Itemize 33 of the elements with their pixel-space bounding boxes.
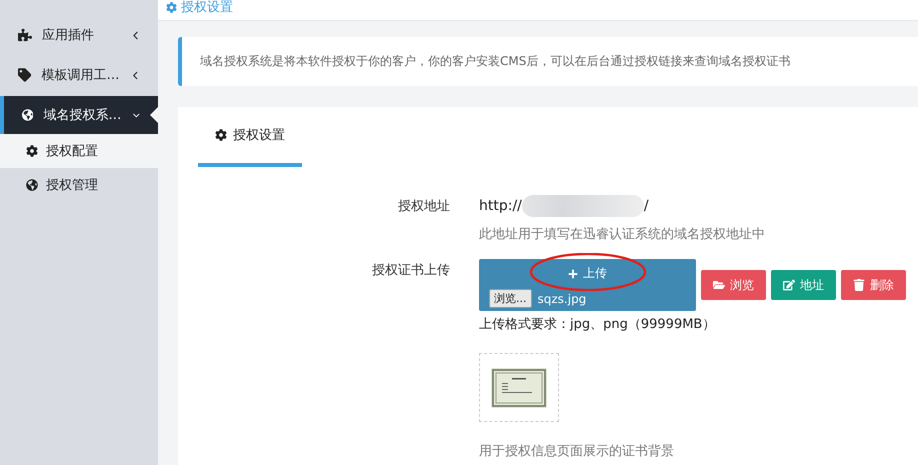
address-end-text: / — [644, 198, 649, 214]
selection-pointer — [150, 107, 158, 123]
sidebar-subitem[interactable]: 授权配置 — [0, 134, 158, 168]
format-note: 上传格式要求：jpg、png（99999MB） — [479, 316, 716, 333]
trash-icon — [853, 279, 865, 291]
edit-icon — [783, 279, 795, 291]
sidebar-subitem[interactable]: 授权管理 — [0, 168, 158, 202]
upload-area[interactable]: 上传 浏览... sqzs.jpg — [479, 259, 696, 311]
field-label: 授权证书上传 — [371, 262, 450, 280]
folder-icon — [713, 279, 725, 291]
file-name: sqzs.jpg — [538, 292, 586, 306]
tab[interactable]: 授权设置 — [198, 107, 302, 167]
gear-icon — [166, 2, 177, 12]
sidebar-item[interactable]: 应用插件 — [0, 16, 158, 54]
image-hint: 用于授权信息页面展示的证书背景 — [479, 443, 675, 460]
sidebar-item[interactable]: 模板调用工… — [0, 56, 158, 94]
delete-button[interactable]: 删除 — [841, 270, 906, 300]
field-label: 授权地址 — [397, 198, 450, 216]
globe-icon — [26, 179, 38, 191]
field-hint: 此地址用于填写在迅睿认证系统的域名授权地址中 — [479, 226, 765, 243]
tag-icon — [18, 68, 32, 82]
globe-icon — [22, 108, 34, 122]
gear-icon — [215, 129, 227, 141]
notice-text: 域名授权系统是将本软件授权于你的客户，你的客户安装CMS后，可以在后台通过授权链接来查询域名授权证书 — [178, 37, 918, 86]
plus-icon — [568, 268, 578, 278]
upload-button[interactable]: 上传 — [568, 265, 607, 282]
browse-button[interactable]: 浏览 — [701, 270, 766, 300]
address-text: http:// — [479, 198, 522, 214]
puzzle-icon — [18, 28, 32, 42]
sidebar-item[interactable]: 域名授权系… — [0, 96, 158, 134]
certificate-drawing — [491, 368, 547, 408]
gear-icon — [26, 145, 38, 157]
file-browse-button[interactable]: 浏览... — [489, 289, 532, 308]
